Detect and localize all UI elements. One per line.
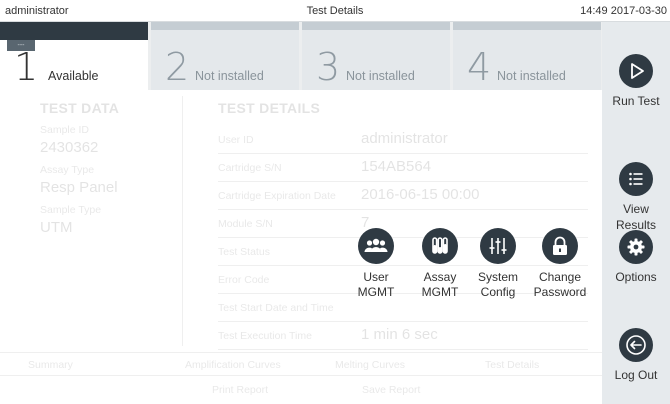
users-icon bbox=[358, 228, 394, 264]
module-number: 1 bbox=[14, 45, 39, 89]
row-label: Cartridge S/N bbox=[218, 162, 282, 174]
option-label: Password bbox=[533, 285, 587, 299]
field-value: 2430362 bbox=[40, 139, 99, 156]
module-status-stripe bbox=[0, 22, 148, 40]
row-label: Error Code bbox=[218, 274, 270, 286]
row-label: Cartridge Expiration Date bbox=[218, 190, 336, 202]
module-tab-1[interactable]: --- 1 Available bbox=[0, 22, 148, 90]
field-value: UTM bbox=[40, 219, 73, 236]
module-number: 3 bbox=[316, 45, 341, 89]
module-tabs: --- 1 Available 2 Not installed 3 Not in… bbox=[0, 22, 602, 90]
log-out-button[interactable]: Log Out bbox=[602, 328, 670, 383]
option-label: MGMT bbox=[421, 285, 459, 299]
change-password-button[interactable]: Change Password bbox=[529, 228, 591, 300]
details-row: Test Execution Time 1 min 6 sec bbox=[218, 322, 588, 350]
gear-icon bbox=[619, 230, 653, 264]
tab-summary[interactable]: Summary bbox=[28, 359, 73, 371]
lock-icon bbox=[542, 228, 578, 264]
clock: 14:49 2017-03-30 bbox=[580, 5, 667, 17]
options-button[interactable]: Options bbox=[602, 230, 670, 285]
save-report-button[interactable]: Save Report bbox=[362, 384, 420, 396]
field-label: Sample ID bbox=[40, 124, 90, 136]
row-label: Test Status bbox=[218, 246, 270, 258]
details-row: User ID administrator bbox=[218, 126, 588, 154]
section-divider bbox=[182, 96, 183, 346]
user-mgmt-button[interactable]: User MGMT bbox=[345, 228, 407, 300]
run-test-button[interactable]: Run Test bbox=[602, 54, 670, 109]
field-value: Resp Panel bbox=[40, 179, 118, 196]
module-number: 4 bbox=[467, 45, 492, 89]
module-status-label: Not installed bbox=[346, 69, 415, 83]
module-tab-2[interactable]: 2 Not installed bbox=[151, 22, 299, 90]
test-tubes-icon bbox=[422, 228, 458, 264]
row-value: 2016-06-15 00:00 bbox=[361, 186, 480, 203]
module-tab-3[interactable]: 3 Not installed bbox=[302, 22, 450, 90]
sidebar-label: Run Test bbox=[612, 94, 660, 108]
view-results-button[interactable]: View Results bbox=[602, 162, 670, 233]
tab-amplification-curves[interactable]: Amplification Curves bbox=[185, 359, 281, 371]
row-label: Test Start Date and Time bbox=[218, 302, 334, 314]
print-report-button[interactable]: Print Report bbox=[212, 384, 268, 396]
details-row: Cartridge S/N 154AB564 bbox=[218, 154, 588, 182]
logout-icon bbox=[619, 328, 653, 362]
module-status-stripe bbox=[302, 22, 450, 30]
row-label: Module S/N bbox=[218, 218, 273, 230]
module-number: 2 bbox=[165, 45, 190, 89]
options-menu: User MGMT Assay MGMT System Config Chang… bbox=[345, 228, 595, 318]
module-status-stripe bbox=[453, 22, 601, 30]
result-tabs: Summary Amplification Curves Melting Cur… bbox=[0, 352, 602, 376]
field-label: Sample Type bbox=[40, 204, 102, 216]
field-label: Assay Type bbox=[40, 164, 95, 176]
option-label: Config bbox=[480, 285, 516, 299]
module-status-stripe bbox=[151, 22, 299, 30]
tab-test-details[interactable]: Test Details bbox=[485, 359, 539, 371]
screen-title: Test Details bbox=[306, 5, 364, 17]
sidebar: Run Test View Results Options Log Out bbox=[602, 22, 670, 404]
list-icon bbox=[619, 162, 653, 196]
test-data-section: TEST DATA Sample ID 2430362 Assay Type R… bbox=[40, 100, 180, 236]
status-bar: administrator Test Details 14:49 2017-03… bbox=[0, 0, 670, 22]
option-label: System bbox=[477, 270, 518, 284]
module-status-label: Available bbox=[48, 69, 99, 83]
module-tab-4[interactable]: 4 Not installed bbox=[453, 22, 601, 90]
report-actions: Print Report Save Report bbox=[0, 378, 602, 404]
row-value: 1 min 6 sec bbox=[361, 326, 438, 343]
assay-mgmt-button[interactable]: Assay MGMT bbox=[409, 228, 471, 300]
sliders-icon bbox=[480, 228, 516, 264]
row-label: User ID bbox=[218, 134, 254, 146]
option-label: Assay bbox=[423, 270, 457, 284]
option-label: Change bbox=[538, 270, 582, 284]
option-label: User bbox=[363, 270, 389, 284]
play-icon bbox=[619, 54, 653, 88]
module-status-label: Not installed bbox=[195, 69, 264, 83]
option-label: MGMT bbox=[357, 285, 395, 299]
test-data-title: TEST DATA bbox=[40, 100, 120, 116]
module-status-label: Not installed bbox=[497, 69, 566, 83]
system-config-button[interactable]: System Config bbox=[467, 228, 529, 300]
sidebar-label: Log Out bbox=[614, 368, 658, 382]
row-value: administrator bbox=[361, 130, 448, 147]
tab-melting-curves[interactable]: Melting Curves bbox=[335, 359, 405, 371]
row-label: Test Execution Time bbox=[218, 330, 312, 342]
sidebar-label: Options bbox=[615, 270, 657, 284]
details-row: Cartridge Expiration Date 2016-06-15 00:0… bbox=[218, 182, 588, 210]
main-panel: TEST DATA Sample ID 2430362 Assay Type R… bbox=[0, 90, 602, 404]
test-details-title: TEST DETAILS bbox=[218, 100, 321, 116]
sidebar-label: View bbox=[623, 202, 649, 216]
row-value: 154AB564 bbox=[361, 158, 432, 175]
